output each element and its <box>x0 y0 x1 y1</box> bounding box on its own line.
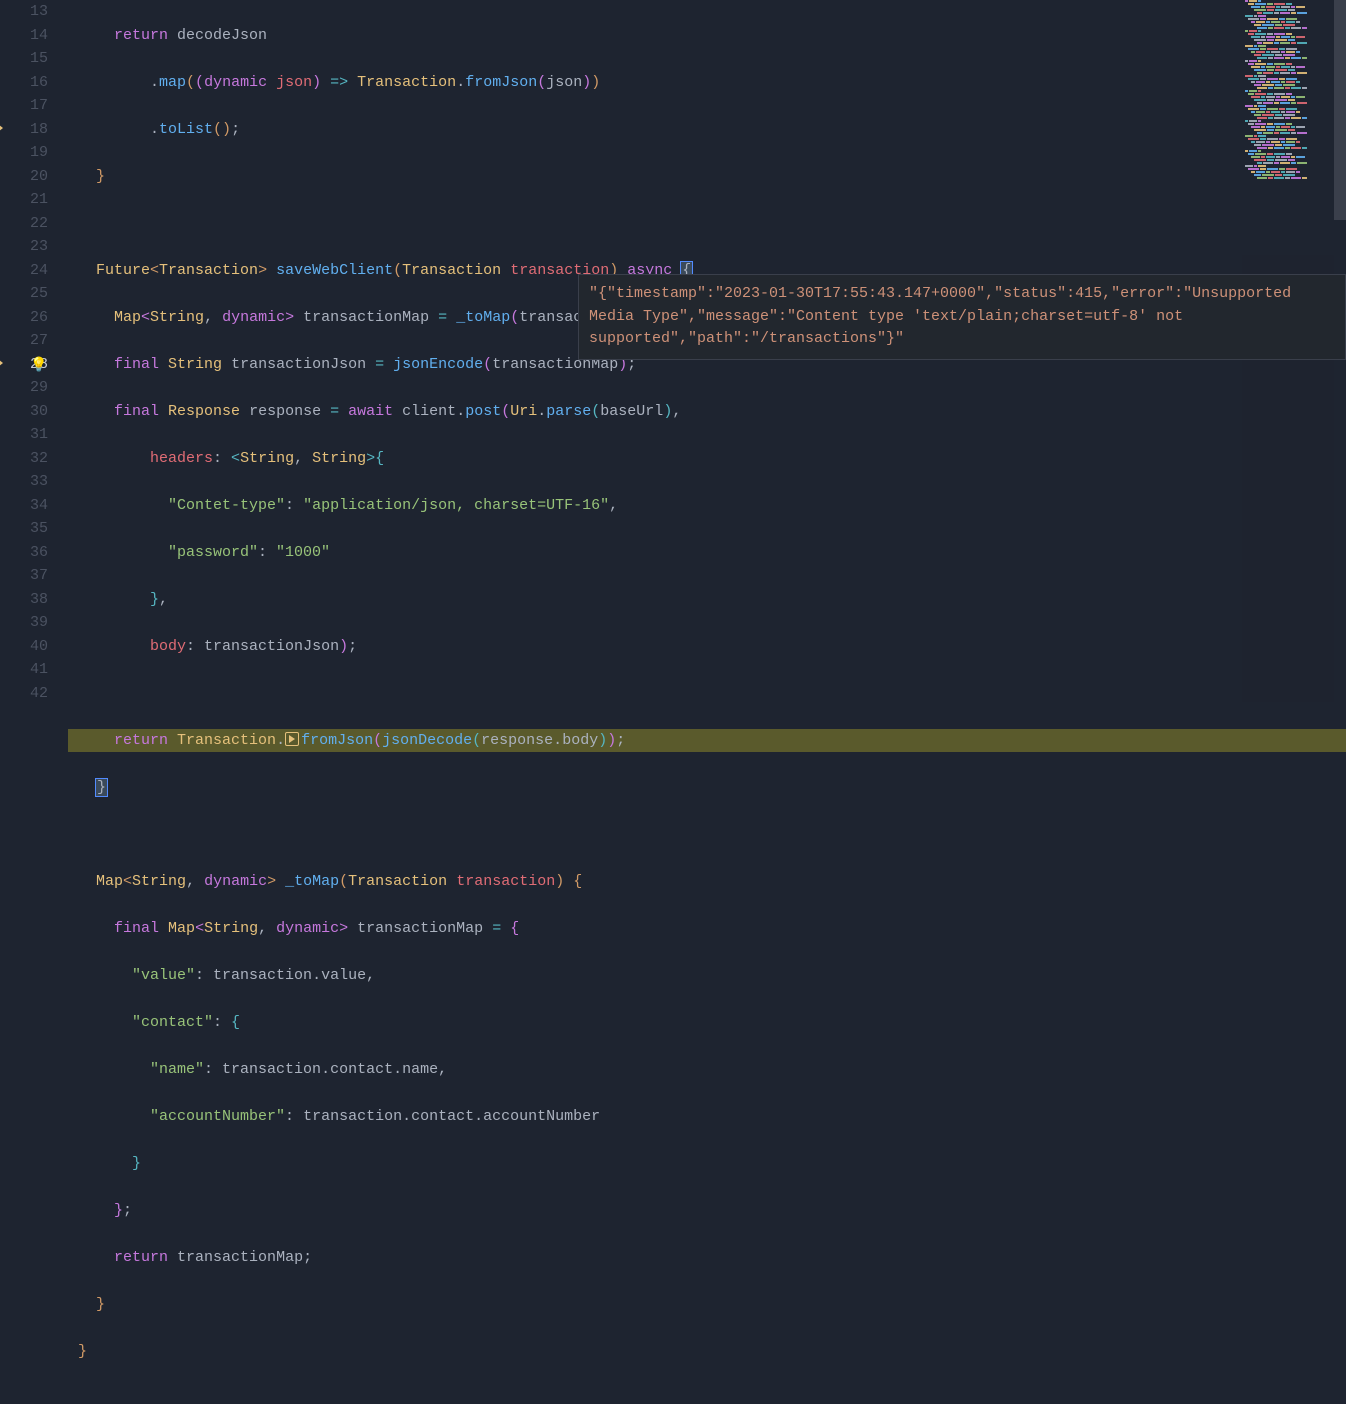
code-line[interactable] <box>78 823 1346 847</box>
line-number: 23 <box>0 235 48 259</box>
line-number: 22 <box>0 212 48 236</box>
code-line[interactable]: body: transactionJson); <box>78 635 1346 659</box>
line-number: 40 <box>0 635 48 659</box>
line-number: 19 <box>0 141 48 165</box>
line-number: 36 <box>0 541 48 565</box>
code-line[interactable]: "password": "1000" <box>78 541 1346 565</box>
code-line[interactable]: "accountNumber": transaction.contact.acc… <box>78 1105 1346 1129</box>
line-number: 18 <box>0 118 48 142</box>
line-number: 15 <box>0 47 48 71</box>
line-number: 13 <box>0 0 48 24</box>
line-number: 39 <box>0 611 48 635</box>
code-line[interactable]: } <box>78 1152 1346 1176</box>
line-number: 20 <box>0 165 48 189</box>
line-number: 14 <box>0 24 48 48</box>
code-line[interactable]: headers: <String, String>{ <box>78 447 1346 471</box>
line-number: 30 <box>0 400 48 424</box>
line-number: 27 <box>0 329 48 353</box>
line-number: 21 <box>0 188 48 212</box>
code-line[interactable]: "contact": { <box>78 1011 1346 1035</box>
code-area[interactable]: return decodeJson .map((dynamic json) =>… <box>68 0 1346 702</box>
debug-value-text: "{"timestamp":"2023-01-30T17:55:43.147+0… <box>589 285 1291 347</box>
code-line[interactable]: .toList(); <box>78 118 1346 142</box>
lightbulb-icon[interactable]: 💡 <box>30 355 47 379</box>
line-number: 32 <box>0 447 48 471</box>
line-number: 💡 28 <box>0 353 48 377</box>
line-number: 17 <box>0 94 48 118</box>
line-number: 42 <box>0 682 48 706</box>
debug-step-icon[interactable] <box>285 732 299 746</box>
line-number: 35 <box>0 517 48 541</box>
code-editor[interactable]: 13 14 15 16 17 18 19 20 21 22 23 24 25 2… <box>0 0 1346 702</box>
code-line[interactable] <box>78 1387 1346 1404</box>
code-line[interactable] <box>78 682 1346 706</box>
code-line[interactable]: "value": transaction.value, <box>78 964 1346 988</box>
code-line[interactable]: }; <box>78 1199 1346 1223</box>
code-line[interactable]: } <box>78 1340 1346 1364</box>
execution-pointer-icon <box>0 356 3 370</box>
line-number: 25 <box>0 282 48 306</box>
breakpoint-marker-icon[interactable] <box>0 121 3 135</box>
code-line[interactable]: .map((dynamic json) => Transaction.fromJ… <box>78 71 1346 95</box>
line-number: 38 <box>0 588 48 612</box>
code-line[interactable]: final Map<String, dynamic> transactionMa… <box>78 917 1346 941</box>
code-line[interactable]: "name": transaction.contact.name, <box>78 1058 1346 1082</box>
line-number: 29 <box>0 376 48 400</box>
line-number: 34 <box>0 494 48 518</box>
code-line[interactable]: } <box>78 1293 1346 1317</box>
code-line[interactable]: return transactionMap; <box>78 1246 1346 1270</box>
line-number: 37 <box>0 564 48 588</box>
code-line[interactable]: } <box>78 165 1346 189</box>
line-number: 24 <box>0 259 48 283</box>
line-number: 41 <box>0 658 48 682</box>
code-line-active[interactable]: return Transaction.fromJson(jsonDecode(r… <box>68 729 1346 753</box>
line-number: 16 <box>0 71 48 95</box>
code-line[interactable]: Map<String, dynamic> _toMap(Transaction … <box>78 870 1346 894</box>
code-line[interactable]: "Contet-type": "application/json, charse… <box>78 494 1346 518</box>
code-line[interactable]: } <box>78 776 1346 800</box>
code-line[interactable] <box>78 212 1346 236</box>
line-number-gutter[interactable]: 13 14 15 16 17 18 19 20 21 22 23 24 25 2… <box>0 0 68 702</box>
line-number: 31 <box>0 423 48 447</box>
line-number: 26 <box>0 306 48 330</box>
debug-value-tooltip: "{"timestamp":"2023-01-30T17:55:43.147+0… <box>578 274 1346 360</box>
code-line[interactable]: return decodeJson <box>78 24 1346 48</box>
line-number: 33 <box>0 470 48 494</box>
scrollbar-thumb[interactable] <box>1334 0 1346 220</box>
code-line[interactable]: }, <box>78 588 1346 612</box>
code-line[interactable]: final Response response = await client.p… <box>78 400 1346 424</box>
